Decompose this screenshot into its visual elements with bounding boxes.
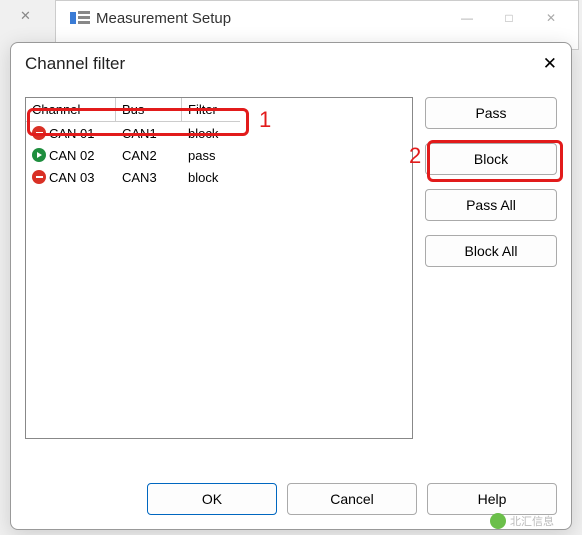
pass-icon bbox=[32, 148, 46, 162]
side-button-panel: Pass Block Pass All Block All bbox=[425, 97, 557, 439]
parent-window-title: Measurement Setup bbox=[96, 10, 231, 27]
header-channel[interactable]: Channel bbox=[26, 98, 116, 122]
cell-channel: CAN 03 bbox=[49, 170, 95, 185]
cell-channel: CAN 01 bbox=[49, 126, 95, 141]
tab-close-icon[interactable]: ✕ bbox=[20, 8, 31, 24]
dialog-titlebar: Channel filter ✕ bbox=[11, 43, 571, 85]
block-all-button[interactable]: Block All bbox=[425, 235, 557, 267]
watermark-text: 北汇信息 bbox=[510, 513, 554, 529]
watermark: 北汇信息 bbox=[490, 513, 554, 529]
block-icon bbox=[32, 126, 46, 140]
cell-filter: block bbox=[182, 170, 240, 185]
app-icon bbox=[70, 10, 90, 26]
pass-all-button[interactable]: Pass All bbox=[425, 189, 557, 221]
parent-close-button[interactable]: ✕ bbox=[530, 11, 572, 25]
list-header: Channel Bus Filter bbox=[26, 98, 412, 122]
cancel-button[interactable]: Cancel bbox=[287, 483, 417, 515]
table-row[interactable]: CAN 02 CAN2 pass bbox=[26, 144, 412, 166]
cell-bus: CAN3 bbox=[116, 170, 182, 185]
cell-filter: pass bbox=[182, 148, 240, 163]
watermark-icon bbox=[490, 513, 506, 529]
cell-bus: CAN1 bbox=[116, 126, 182, 141]
block-icon bbox=[32, 170, 46, 184]
table-row[interactable]: CAN 03 CAN3 block bbox=[26, 166, 412, 188]
close-icon[interactable]: ✕ bbox=[543, 54, 557, 74]
ok-button[interactable]: OK bbox=[147, 483, 277, 515]
table-row[interactable]: CAN 01 CAN1 block bbox=[26, 122, 412, 144]
channel-list[interactable]: Channel Bus Filter CAN 01 CAN1 block CA bbox=[25, 97, 413, 439]
help-button[interactable]: Help bbox=[427, 483, 557, 515]
parent-window-controls: — □ ✕ bbox=[446, 11, 572, 25]
cell-filter: block bbox=[182, 126, 240, 141]
dialog-bottom-buttons: OK Cancel Help bbox=[147, 483, 557, 515]
block-button[interactable]: Block bbox=[425, 143, 557, 175]
cell-bus: CAN2 bbox=[116, 148, 182, 163]
pass-button[interactable]: Pass bbox=[425, 97, 557, 129]
minimize-button[interactable]: — bbox=[446, 11, 488, 25]
parent-titlebar: Measurement Setup — □ ✕ bbox=[56, 1, 578, 35]
dialog-title: Channel filter bbox=[25, 54, 125, 74]
maximize-button[interactable]: □ bbox=[488, 11, 530, 25]
cell-channel: CAN 02 bbox=[49, 148, 95, 163]
channel-filter-dialog: Channel filter ✕ Channel Bus Filter CAN … bbox=[10, 42, 572, 530]
header-filter[interactable]: Filter bbox=[182, 98, 240, 122]
header-bus[interactable]: Bus bbox=[116, 98, 182, 122]
